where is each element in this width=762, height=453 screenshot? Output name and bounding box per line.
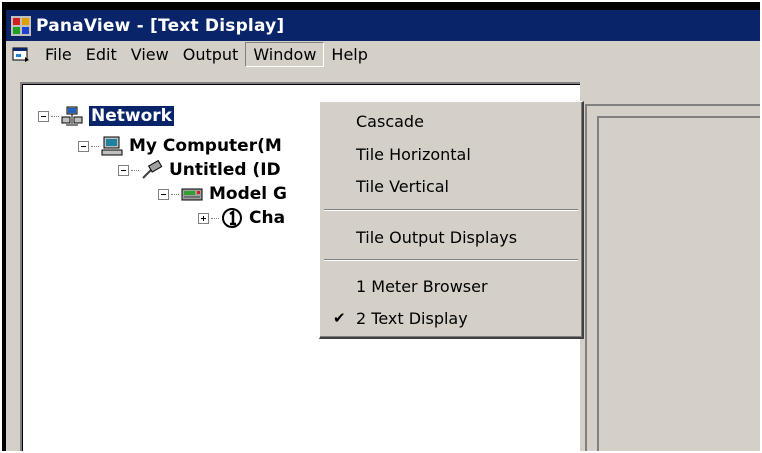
menu-output[interactable]: Output bbox=[176, 42, 246, 67]
tree-label-untitled: Untitled (ID bbox=[169, 160, 281, 180]
menu-item-label: Tile Vertical bbox=[356, 176, 449, 196]
panaview-app-icon[interactable] bbox=[10, 15, 32, 37]
text-display-pane[interactable] bbox=[585, 104, 760, 451]
menu-help[interactable]: Help bbox=[324, 42, 374, 67]
menu-item-tile-vertical[interactable]: Tile Vertical bbox=[320, 172, 582, 200]
meter-device-icon bbox=[181, 184, 203, 204]
menu-item-meter-browser[interactable]: 1 Meter Browser bbox=[320, 272, 582, 300]
menu-item-label: 2 Text Display bbox=[356, 308, 468, 328]
menu-separator bbox=[324, 259, 578, 261]
collapse-toggle[interactable] bbox=[118, 164, 129, 176]
collapse-toggle[interactable] bbox=[158, 188, 169, 200]
menu-item-label: 1 Meter Browser bbox=[356, 276, 488, 296]
text-display-inner bbox=[597, 116, 760, 451]
collapse-toggle[interactable] bbox=[38, 110, 49, 122]
menu-item-tile-horizontal[interactable]: Tile Horizontal bbox=[320, 140, 582, 168]
document-icon[interactable] bbox=[12, 47, 30, 63]
tree-node-my-computer[interactable]: My Computer(M bbox=[78, 136, 282, 156]
computer-icon bbox=[101, 136, 123, 156]
tree-label-my-computer: My Computer(M bbox=[129, 136, 282, 156]
tree-node-model[interactable]: Model G bbox=[158, 184, 287, 204]
title-bar[interactable]: PanaView - [Text Display] bbox=[6, 10, 760, 41]
menu-item-label: Tile Horizontal bbox=[356, 144, 471, 164]
network-icon bbox=[61, 106, 83, 126]
window-title: PanaView - [Text Display] bbox=[36, 15, 285, 36]
tree-label-channel: Cha bbox=[249, 208, 286, 228]
menu-window[interactable]: Window bbox=[245, 42, 325, 67]
window-menu-dropdown: Cascade Tile Horizontal Tile Vertical Ti… bbox=[319, 101, 584, 339]
checkmark-icon: ✔ bbox=[333, 309, 346, 327]
collapse-toggle[interactable] bbox=[78, 140, 89, 152]
expand-toggle[interactable] bbox=[198, 212, 209, 224]
menu-file[interactable]: File bbox=[38, 42, 79, 67]
tree-node-untitled[interactable]: Untitled (ID bbox=[118, 159, 281, 180]
menu-bar: File Edit View Output Window Help bbox=[6, 41, 760, 68]
menu-item-label: Cascade bbox=[356, 111, 424, 131]
menu-separator bbox=[324, 209, 578, 211]
menu-edit[interactable]: Edit bbox=[79, 42, 124, 67]
cable-icon bbox=[141, 159, 163, 180]
menu-view[interactable]: View bbox=[124, 42, 176, 67]
tree-node-network[interactable]: Network bbox=[38, 106, 174, 126]
menu-item-text-display[interactable]: ✔ 2 Text Display bbox=[320, 304, 582, 332]
menu-item-cascade[interactable]: Cascade bbox=[320, 107, 582, 135]
menu-item-tile-output-displays[interactable]: Tile Output Displays bbox=[320, 223, 582, 251]
tree-node-channel[interactable]: Cha bbox=[198, 208, 285, 228]
channel-one-icon bbox=[221, 208, 243, 228]
app-window: PanaView - [Text Display] File Edit View… bbox=[2, 2, 760, 451]
tree-label-model: Model G bbox=[209, 184, 287, 204]
menu-item-label: Tile Output Displays bbox=[356, 227, 518, 247]
tree-label-network: Network bbox=[89, 106, 174, 126]
